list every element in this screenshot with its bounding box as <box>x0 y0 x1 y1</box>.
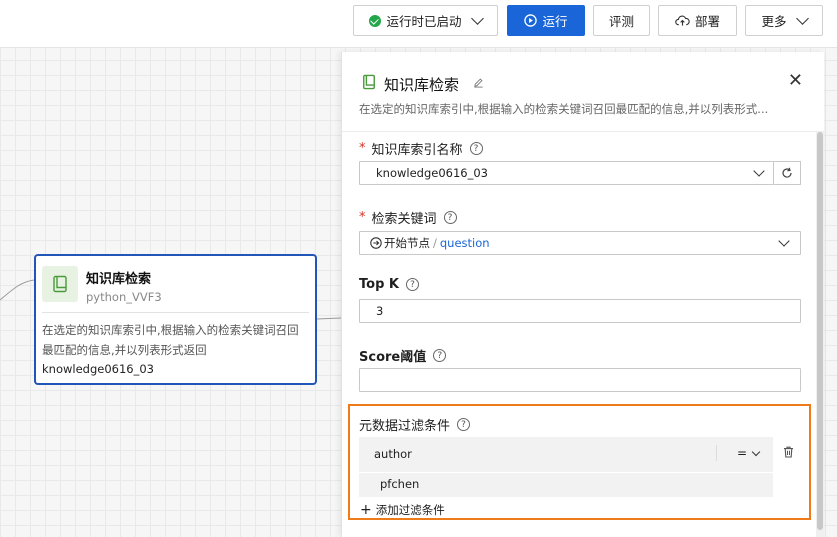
panel-scroll-thumb[interactable] <box>817 132 823 530</box>
outgoing-edge <box>316 317 341 320</box>
score-threshold-input[interactable] <box>359 368 801 392</box>
runtime-status-dropdown[interactable]: 运行时已启动 <box>353 5 498 36</box>
more-dropdown[interactable]: 更多 <box>745 5 823 36</box>
help-icon[interactable]: ? <box>469 142 483 155</box>
play-circle-icon <box>524 14 538 27</box>
run-label: 运行 <box>542 14 568 29</box>
panel-description: 在选定的知识库索引中,根据输入的检索关键词召回最匹配的信息,并以列表形式... <box>359 102 769 116</box>
filter-divider <box>716 445 717 461</box>
evaluate-label: 评测 <box>608 14 634 29</box>
keyword-field: question <box>439 236 490 250</box>
node-title: 知识库检索 <box>86 272 152 287</box>
refresh-icon <box>782 167 792 178</box>
incoming-edge <box>0 279 35 301</box>
cloud-upload-icon <box>675 15 690 26</box>
chevron-down-icon <box>778 235 790 247</box>
node-config-panel: 知识库检索 ✕ 在选定的知识库索引中,根据输入的检索关键词召回最匹配的信息,并以… <box>341 52 824 537</box>
required-mark: * <box>359 210 366 225</box>
filter-value-input[interactable]: pfchen <box>380 477 419 491</box>
index-name-label: 知识库索引名称 <box>371 143 463 158</box>
panel-divider <box>342 131 824 132</box>
topk-label-row: Top K ? <box>359 277 419 292</box>
chevron-down-icon <box>795 12 809 25</box>
metadata-filter-label-row: 元数据过滤条件 ? <box>359 415 471 434</box>
arrow-circle-icon <box>370 237 382 249</box>
topk-value: 3 <box>376 304 384 318</box>
node-knowledge-base: knowledge0616_03 <box>42 362 154 376</box>
book-icon <box>362 74 376 93</box>
running-check-icon <box>369 14 382 27</box>
metadata-filter-label: 元数据过滤条件 <box>359 419 451 434</box>
deploy-button[interactable]: 部署 <box>658 5 737 36</box>
add-filter-button[interactable]: + 添加过滤条件 <box>360 502 445 518</box>
score-label: Score阈值 <box>359 350 427 365</box>
node-divider <box>42 312 309 313</box>
chevron-down-icon <box>753 165 765 177</box>
keyword-source-node: 开始节点 <box>384 236 430 250</box>
add-filter-label: 添加过滤条件 <box>375 503 445 517</box>
node-description: 在选定的知识库索引中,根据输入的检索关键词召回 最匹配的信息,并以列表形式返回 <box>42 320 314 360</box>
node-subtitle: python_VVF3 <box>86 290 162 304</box>
topk-input[interactable]: 3 <box>359 299 801 323</box>
keyword-select[interactable]: 开始节点 / question <box>359 231 801 255</box>
runtime-status-label: 运行时已启动 <box>386 14 462 29</box>
filter-operator-select[interactable]: = <box>737 446 761 460</box>
refresh-button[interactable] <box>774 161 801 185</box>
keyword-label-row: * 检索关键词 ? <box>359 208 457 227</box>
evaluate-button[interactable]: 评测 <box>593 5 650 36</box>
run-button[interactable]: 运行 <box>507 5 585 36</box>
book-icon <box>42 266 78 302</box>
chevron-down-icon <box>751 447 761 456</box>
required-mark: * <box>359 141 366 156</box>
deploy-label: 部署 <box>694 14 720 29</box>
filter-value-row <box>359 472 773 497</box>
help-icon[interactable]: ? <box>443 211 457 224</box>
index-name-value: knowledge0616_03 <box>376 166 488 180</box>
help-icon[interactable]: ? <box>457 418 471 431</box>
close-icon[interactable]: ✕ <box>788 72 803 90</box>
score-label-row: Score阈值 ? <box>359 346 447 365</box>
help-icon[interactable]: ? <box>433 349 447 362</box>
more-label: 更多 <box>761 14 787 29</box>
edit-icon[interactable] <box>473 77 484 91</box>
node-description-line: 在选定的知识库索引中,根据输入的检索关键词召回 <box>42 323 299 337</box>
topk-label: Top K <box>359 277 399 292</box>
panel-title: 知识库检索 <box>384 76 460 94</box>
trash-icon[interactable] <box>783 446 794 461</box>
plus-icon: + <box>360 502 372 518</box>
filter-key-input[interactable]: author <box>374 447 412 461</box>
help-icon[interactable]: ? <box>405 278 419 291</box>
keyword-label: 检索关键词 <box>371 212 437 227</box>
filter-operator: = <box>737 446 748 460</box>
chevron-down-icon <box>470 12 484 25</box>
knowledge-retrieval-node[interactable]: 知识库检索 python_VVF3 在选定的知识库索引中,根据输入的检索关键词召… <box>34 254 317 385</box>
index-name-select[interactable]: knowledge0616_03 <box>359 161 774 185</box>
keyword-separator: / <box>433 236 437 250</box>
node-description-line: 最匹配的信息,并以列表形式返回 <box>42 343 207 357</box>
index-name-label-row: * 知识库索引名称 ? <box>359 139 483 158</box>
